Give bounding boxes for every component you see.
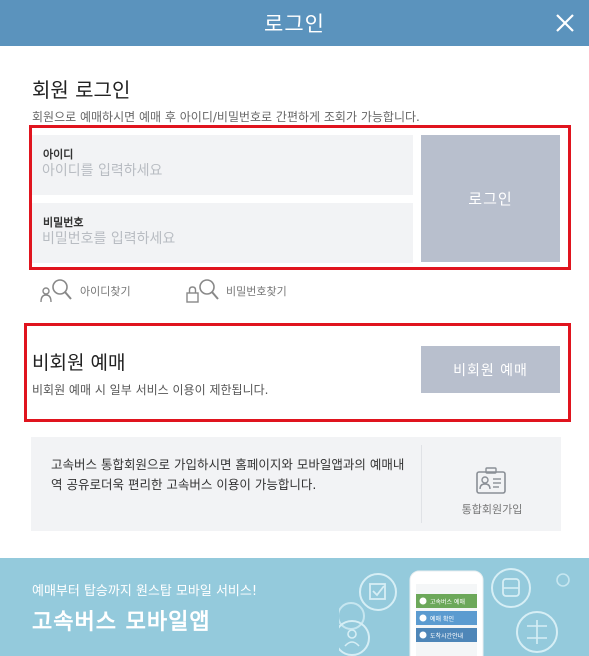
id-field[interactable]: 아이디: [32, 135, 413, 195]
integrated-join-label: 통합회원가입: [461, 503, 523, 516]
phone-menu-3: 도착시간안내: [430, 632, 463, 640]
login-button[interactable]: 로그인: [421, 135, 560, 262]
find-id-label: 아이디찾기: [80, 285, 131, 298]
integrated-member-box: 고속버스 통합회원으로 가입하시면 홈페이지와 모바일앱과의 예매내역 공유로더…: [31, 437, 561, 531]
guest-reservation-desc: 비회원 예매 시 일부 서비스 이용이 제한됩니다.: [32, 383, 269, 397]
password-input[interactable]: [42, 231, 392, 247]
close-icon[interactable]: [551, 9, 579, 37]
guest-reservation-button[interactable]: 비회원 예매: [421, 346, 560, 393]
id-label: 아이디: [43, 148, 74, 161]
lock-search-icon: [186, 279, 219, 303]
mobile-phone-icon: 고속버스 예매 예매 확인 도착시간안내: [409, 570, 484, 656]
banner-title: 고속버스 모바일앱: [32, 610, 211, 635]
banner-illustration: 고속버스 예매 예매 확인 도착시간안내: [339, 568, 570, 656]
mobile-app-banner[interactable]: 예매부터 탑승까지 원스탑 모바일 서비스! 고속버스 모바일앱 고속버스 예매…: [0, 558, 589, 656]
member-login-desc: 회원으로 예매하시면 예매 후 아이디/비밀번호로 간편하게 조회가 가능합니다…: [32, 110, 420, 124]
password-label: 비밀번호: [43, 216, 84, 229]
member-login-title: 회원 로그인: [32, 78, 131, 102]
modal-title: 로그인: [264, 12, 325, 36]
integrated-join-button[interactable]: 통합회원가입: [423, 437, 561, 531]
password-field[interactable]: 비밀번호: [32, 203, 413, 263]
bus-icon: [491, 568, 531, 608]
network-icon: [516, 611, 558, 653]
find-id-link[interactable]: 아이디찾기: [40, 278, 131, 304]
user-search-icon: [40, 279, 72, 303]
integrated-member-text: 고속버스 통합회원으로 가입하시면 홈페이지와 모바일앱과의 예매내역 공유로더…: [51, 457, 405, 492]
modal-header: 로그인: [0, 0, 589, 46]
find-password-label: 비밀번호찾기: [226, 285, 287, 298]
id-card-icon: [476, 467, 506, 494]
info-divider: [421, 445, 422, 523]
find-password-link[interactable]: 비밀번호찾기: [186, 278, 287, 304]
id-input[interactable]: [42, 163, 392, 179]
ticket-icon: [359, 573, 397, 611]
banner-subtitle: 예매부터 탑승까지 원스탑 모바일 서비스!: [32, 584, 258, 599]
phone-menu-2: 예매 확인: [430, 615, 454, 623]
guest-reservation-title: 비회원 예매: [32, 352, 126, 374]
phone-menu-1: 고속버스 예매: [430, 598, 465, 606]
